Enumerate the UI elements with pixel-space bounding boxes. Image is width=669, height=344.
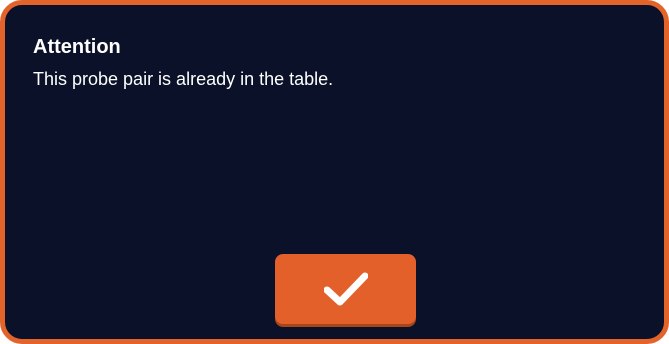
attention-dialog: Attention This probe pair is already in … — [0, 0, 669, 344]
checkmark-icon — [323, 272, 368, 306]
dialog-title: Attention — [33, 36, 121, 58]
confirm-button[interactable] — [275, 254, 416, 324]
dialog-message: This probe pair is already in the table. — [33, 69, 334, 89]
